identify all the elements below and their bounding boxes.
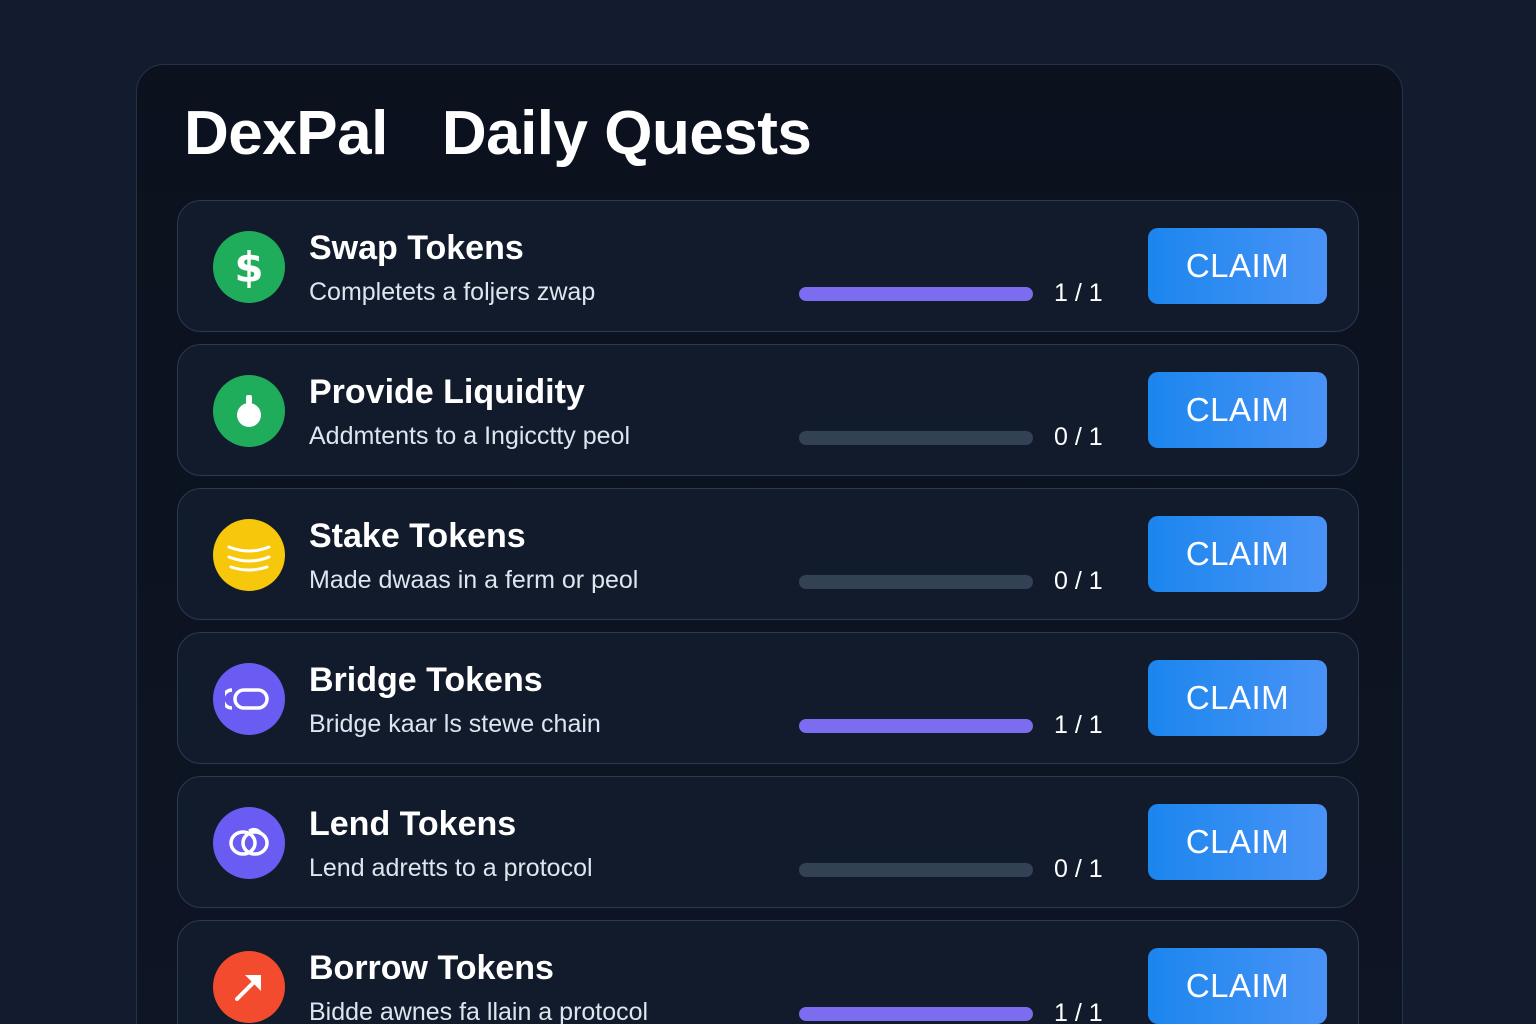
- bridge-link-icon: [213, 663, 285, 735]
- quest-progress-count: 0 / 1: [1054, 423, 1103, 451]
- quest-card-provide-liquidity: Provide Liquidity Addmtents to a Ingicct…: [177, 344, 1359, 476]
- quest-title: Swap Tokens: [309, 229, 524, 267]
- claim-button[interactable]: CLAIM: [1148, 372, 1327, 448]
- quest-progress-count: 0 / 1: [1054, 855, 1103, 883]
- quest-progress-bar: [799, 1007, 1033, 1021]
- quest-description: Completets a foljers zwap: [309, 278, 596, 306]
- lend-loop-icon: [213, 807, 285, 879]
- claim-button[interactable]: CLAIM: [1148, 516, 1327, 592]
- svg-text:$: $: [234, 244, 263, 290]
- quest-progress-count: 1 / 1: [1054, 999, 1103, 1024]
- dollar-icon: $: [213, 231, 285, 303]
- quest-progress-count: 0 / 1: [1054, 567, 1103, 595]
- quest-description: Bidde awnes fa llain a protocol: [309, 998, 649, 1024]
- quest-description: Lend adretts to a protocol: [309, 854, 593, 882]
- quest-title: Bridge Tokens: [309, 661, 543, 699]
- quest-description: Made dwaas in a ferm or peol: [309, 566, 639, 594]
- quest-card-lend-tokens: Lend Tokens Lend adretts to a protocol 0…: [177, 776, 1359, 908]
- quest-title: Borrow Tokens: [309, 949, 554, 987]
- quest-card-bridge-tokens: Bridge Tokens Bridge kaar ls stewe chain…: [177, 632, 1359, 764]
- page-header: DexPal Daily Quests: [184, 98, 812, 169]
- quest-title: Stake Tokens: [309, 517, 526, 555]
- quest-progress-fill: [799, 1007, 1033, 1021]
- quest-card-swap-tokens: $ Swap Tokens Completets a foljers zwap …: [177, 200, 1359, 332]
- page-title: Daily Quests: [441, 99, 812, 168]
- claim-button[interactable]: CLAIM: [1148, 228, 1327, 304]
- quest-card-stake-tokens: Stake Tokens Made dwaas in a ferm or peo…: [177, 488, 1359, 620]
- quest-progress-bar: [799, 575, 1033, 589]
- quest-progress-count: 1 / 1: [1054, 279, 1103, 307]
- brand-name: DexPal: [184, 99, 388, 168]
- quest-title: Lend Tokens: [309, 805, 517, 843]
- quest-progress-bar: [799, 719, 1033, 733]
- quest-progress-fill: [799, 287, 1033, 301]
- quest-progress-fill: [799, 719, 1033, 733]
- quest-progress-count: 1 / 1: [1054, 711, 1103, 739]
- arrow-up-right-icon: [213, 951, 285, 1023]
- coin-stack-icon: [213, 519, 285, 591]
- quest-card-borrow-tokens: Borrow Tokens Bidde awnes fa llain a pro…: [177, 920, 1359, 1024]
- quest-progress-bar: [799, 863, 1033, 877]
- claim-button[interactable]: CLAIM: [1148, 804, 1327, 880]
- quest-progress-bar: [799, 287, 1033, 301]
- quest-progress-bar: [799, 431, 1033, 445]
- quest-title: Provide Liquidity: [309, 373, 585, 411]
- claim-button[interactable]: CLAIM: [1148, 948, 1327, 1024]
- quest-description: Bridge kaar ls stewe chain: [309, 710, 601, 738]
- liquidity-drop-icon: [213, 375, 285, 447]
- quest-description: Addmtents to a Ingicctty peol: [309, 422, 631, 450]
- claim-button[interactable]: CLAIM: [1148, 660, 1327, 736]
